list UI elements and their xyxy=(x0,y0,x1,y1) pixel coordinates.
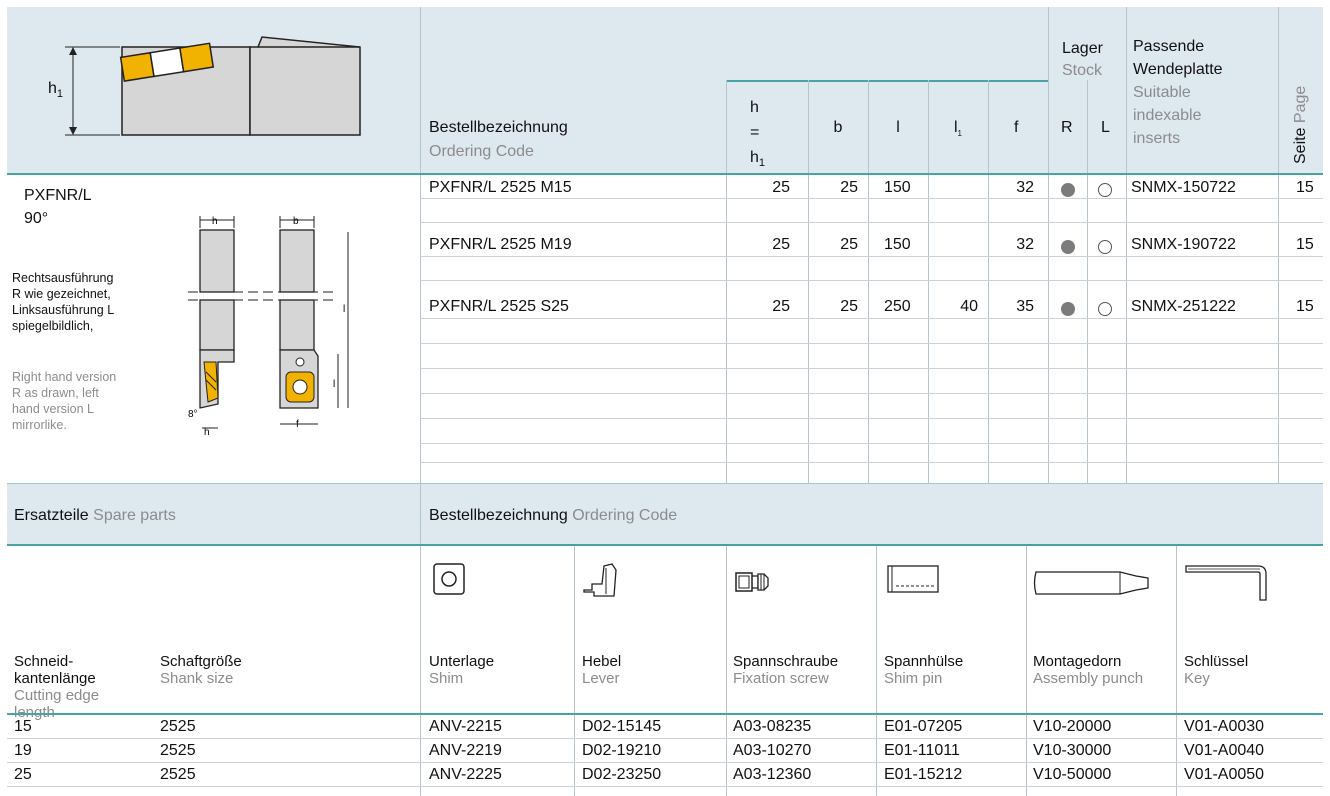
stock-l-label: L xyxy=(1101,119,1110,136)
row-b: 25 xyxy=(840,298,858,315)
product-desc-en: Right hand version R as drawn, left hand… xyxy=(12,370,117,432)
stock-r-indicator xyxy=(1061,240,1075,254)
col-shim-pin: Spannhülse Shim pin xyxy=(884,653,964,687)
insert-label: Passende Wendeplatte Suitable indexable … xyxy=(1133,38,1223,147)
col-shim: Unterlage Shim xyxy=(429,653,495,687)
spare-pin-code: E01-15212 xyxy=(884,766,963,783)
drawing-f-label: f xyxy=(296,419,299,430)
col-l1-label: l1 xyxy=(953,119,962,139)
spare-edge: 15 xyxy=(14,718,32,735)
spare-lever-code: D02-23250 xyxy=(582,766,662,783)
drawing-b-label: b xyxy=(293,216,299,227)
spare-key-code: V01-A0040 xyxy=(1184,742,1265,759)
col-key: Schlüssel Key xyxy=(1184,653,1249,687)
stock-l-indicator xyxy=(1098,240,1112,254)
stock-r-indicator xyxy=(1061,183,1075,197)
col-f-label: f xyxy=(1014,119,1019,136)
spare-punch-code: V10-30000 xyxy=(1033,742,1112,759)
row-insert: SNMX-251222 xyxy=(1131,298,1236,315)
col-fixation-screw: Spannschraube Fixation screw xyxy=(733,653,839,687)
shim-pin-icon xyxy=(887,565,939,593)
spare-edge: 19 xyxy=(14,742,32,759)
spare-lever-code: D02-15145 xyxy=(582,718,662,735)
stock-r-label: R xyxy=(1061,119,1073,136)
row-h: 25 xyxy=(772,179,790,196)
key-icon xyxy=(1185,565,1267,601)
drawing-l-label: l xyxy=(343,304,345,315)
lever-icon xyxy=(583,563,617,597)
row-f: 35 xyxy=(1016,298,1034,315)
spare-parts-title: Ersatzteile Spare parts xyxy=(14,507,176,524)
col-l-label: l xyxy=(896,119,900,136)
spare-shim-code: ANV-2215 xyxy=(429,718,502,735)
spare-screw-code: A03-10270 xyxy=(733,742,812,759)
spare-shank: 2525 xyxy=(160,766,196,783)
product-name: PXFNR/L xyxy=(24,187,92,204)
row-page: 15 xyxy=(1296,179,1314,196)
row-h: 25 xyxy=(772,298,790,315)
spare-pin-code: E01-07205 xyxy=(884,718,963,735)
page-label: Seite Page xyxy=(1292,85,1309,164)
spare-edge: 25 xyxy=(14,766,32,783)
spare-shank: 2525 xyxy=(160,742,196,759)
row-code: PXFNR/L 2525 S25 xyxy=(429,298,569,315)
product-angle: 90° xyxy=(24,210,49,227)
row-code: PXFNR/L 2525 M15 xyxy=(429,179,572,196)
spare-punch-code: V10-50000 xyxy=(1033,766,1112,783)
drawing-h-label: h xyxy=(212,216,218,227)
row-f: 32 xyxy=(1016,236,1034,253)
ordering-code-label-en: Ordering Code xyxy=(429,143,534,160)
product-desc-de: Rechtsausführung R wie gezeichnet, Links… xyxy=(12,271,115,333)
drawing-angle-label: 8° xyxy=(188,409,198,420)
col-assembly-punch: Montagedorn Assembly punch xyxy=(1033,653,1144,687)
spare-ordering-title: Bestellbezeichnung Ordering Code xyxy=(429,507,678,524)
spare-shank: 2525 xyxy=(160,718,196,735)
row-l: 150 xyxy=(884,179,911,196)
col-lever: Hebel Lever xyxy=(582,653,622,687)
h1-label: h1 xyxy=(48,80,64,101)
row-insert: SNMX-150722 xyxy=(1131,179,1236,196)
row-page: 15 xyxy=(1296,236,1314,253)
spare-pin-code: E01-11011 xyxy=(884,742,960,759)
stock-l-indicator xyxy=(1098,183,1112,197)
col-b-label: b xyxy=(833,119,843,136)
spare-screw-code: A03-08235 xyxy=(733,718,812,735)
spare-shim-code: ANV-2225 xyxy=(429,766,502,783)
screw-icon xyxy=(735,572,769,592)
spare-shim-code: ANV-2219 xyxy=(429,742,502,759)
spare-screw-code: A03-12360 xyxy=(733,766,812,783)
drawing-l1-label: l xyxy=(333,379,335,390)
spare-lever-code: D02-19210 xyxy=(582,742,662,759)
spare-punch-code: V10-20000 xyxy=(1033,718,1112,735)
row-b: 25 xyxy=(840,179,858,196)
ordering-code-label: Bestellbezeichnung xyxy=(429,119,568,136)
row-insert: SNMX-190722 xyxy=(1131,236,1236,253)
row-l: 250 xyxy=(884,298,911,315)
tool-technical-drawing: h h 8° b f l l xyxy=(188,216,349,438)
punch-icon xyxy=(1033,571,1149,595)
spare-key-code: V01-A0050 xyxy=(1184,766,1265,783)
sub-header-band xyxy=(726,80,1048,82)
row-l: 150 xyxy=(884,236,911,253)
row-h: 25 xyxy=(772,236,790,253)
row-f: 32 xyxy=(1016,179,1034,196)
drawing-h1-label: h xyxy=(204,427,210,438)
row-l1: 40 xyxy=(960,298,978,315)
row-code: PXFNR/L 2525 M19 xyxy=(429,236,572,253)
tool-header-drawing xyxy=(65,36,361,136)
stock-l-indicator xyxy=(1098,302,1112,316)
row-page: 15 xyxy=(1296,298,1314,315)
col-h-label: h = h1 xyxy=(750,99,766,170)
row-b: 25 xyxy=(840,236,858,253)
col-edge-length: Schneid- kantenlänge Cutting edge length xyxy=(14,653,100,721)
stock-r-indicator xyxy=(1061,302,1075,316)
stock-label: Lager xyxy=(1062,40,1103,57)
col-shank-size: Schaftgröße Shank size xyxy=(160,653,242,687)
stock-label-en: Stock xyxy=(1062,62,1103,79)
shim-icon xyxy=(433,563,465,595)
spare-key-code: V01-A0030 xyxy=(1184,718,1265,735)
